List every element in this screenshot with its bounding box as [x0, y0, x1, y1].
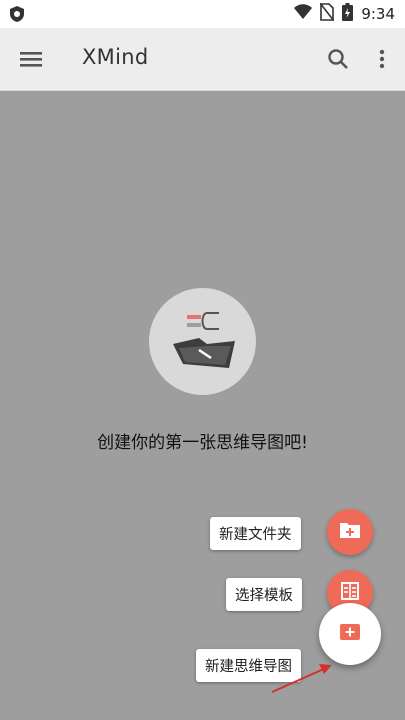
choose-template-label[interactable]: 选择模板 — [226, 578, 302, 611]
status-icons: 9:34 — [294, 2, 395, 25]
new-folder-label[interactable]: 新建文件夹 — [210, 517, 301, 550]
wifi-icon — [294, 4, 313, 24]
folder-add-icon — [339, 521, 361, 543]
battery-icon — [342, 3, 354, 25]
new-mindmap-button[interactable] — [319, 603, 381, 665]
status-bar: 9:34 — [0, 0, 405, 28]
empty-state-message: 创建你的第一张思维导图吧! — [97, 433, 308, 453]
empty-folder-illustration — [149, 288, 256, 395]
new-folder-button[interactable] — [327, 509, 373, 555]
menu-icon[interactable] — [18, 47, 44, 71]
app-bar: XMind — [0, 28, 405, 91]
status-time: 9:34 — [361, 5, 395, 23]
app-title: XMind — [82, 45, 149, 69]
search-icon[interactable] — [326, 47, 350, 71]
add-map-icon — [340, 624, 360, 644]
more-vert-icon[interactable] — [372, 47, 392, 71]
shield-icon — [8, 5, 26, 23]
no-sim-icon — [319, 2, 335, 25]
template-icon — [340, 581, 360, 605]
new-mindmap-label[interactable]: 新建思维导图 — [196, 649, 301, 682]
